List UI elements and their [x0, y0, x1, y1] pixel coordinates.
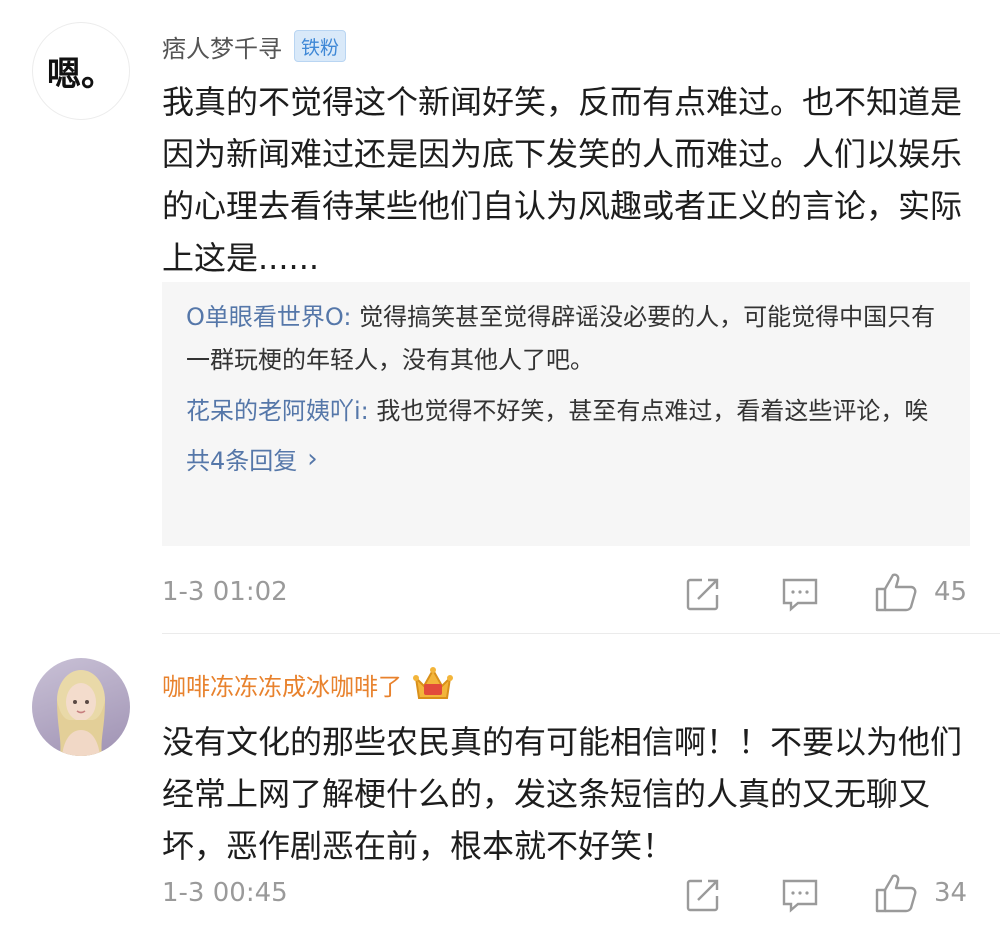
username[interactable]: 咖啡冻冻冻成冰咖啡了: [162, 667, 402, 702]
comment-footer: 1-3 00:45 34: [162, 872, 970, 918]
username-row: 咖啡冻冻冻成冰咖啡了: [162, 664, 454, 704]
avatar[interactable]: 嗯。: [32, 22, 130, 120]
share-icon[interactable]: [684, 876, 722, 914]
like-count: 45: [934, 577, 968, 607]
reply-colon: :: [360, 397, 369, 425]
crown-icon[interactable]: [412, 664, 454, 704]
timestamp: 1-3 01:02: [162, 577, 288, 607]
user-avatar-photo-icon: [57, 670, 105, 756]
comment-text: 我真的不觉得这个新闻好笑，反而有点难过。也不知道是因为新闻难过还是因为底下发笑的…: [162, 83, 963, 277]
like-icon[interactable]: [874, 872, 918, 914]
avatar-text: 嗯。: [47, 54, 115, 95]
timestamp: 1-3 00:45: [162, 878, 288, 908]
reply-author[interactable]: O单眼看世界O: [186, 303, 343, 331]
replies-box[interactable]: O单眼看世界O: 觉得搞笑甚至觉得辟谣没必要的人，可能觉得中国只有一群玩梗的年轻…: [162, 282, 970, 546]
reply-item[interactable]: 花呆的老阿姨吖i: 我也觉得不好笑，甚至有点难过，看着这些评论，唉: [186, 390, 946, 433]
username[interactable]: 痞人梦千寻: [162, 29, 282, 64]
like-icon[interactable]: [874, 571, 918, 613]
share-icon[interactable]: [684, 575, 722, 613]
comment-footer: 1-3 01:02 45: [162, 571, 970, 617]
comment-icon[interactable]: [780, 876, 820, 914]
comment-item: 咖啡冻冻冻成冰咖啡了 没有文化的那些农民真的有可能相信啊！！不要以为他们经常上网…: [0, 634, 1000, 934]
avatar[interactable]: [32, 658, 130, 756]
fan-badge[interactable]: 铁粉: [294, 30, 347, 62]
reply-text: 我也觉得不好笑，甚至有点难过，看着这些评论，唉: [368, 397, 929, 425]
more-replies-link[interactable]: 共4条回复 ›: [186, 441, 946, 476]
chevron-right-icon: ›: [307, 443, 318, 474]
comment-text: 没有文化的那些农民真的有可能相信啊！！不要以为他们经常上网了解梗什么的，发这条短…: [162, 723, 963, 865]
like-count: 34: [934, 878, 968, 908]
more-replies-label: 共4条回复: [186, 447, 298, 475]
reply-item[interactable]: O单眼看世界O: 觉得搞笑甚至觉得辟谣没必要的人，可能觉得中国只有一群玩梗的年轻…: [186, 296, 946, 382]
reply-author[interactable]: 花呆的老阿姨吖i: [186, 397, 361, 425]
username-row: 痞人梦千寻 铁粉: [162, 26, 347, 66]
comment-item: 嗯。 痞人梦千寻 铁粉 我真的不觉得这个新闻好笑，反而有点难过。也不知道是因为新…: [0, 0, 1000, 634]
comment-icon[interactable]: [780, 575, 820, 613]
